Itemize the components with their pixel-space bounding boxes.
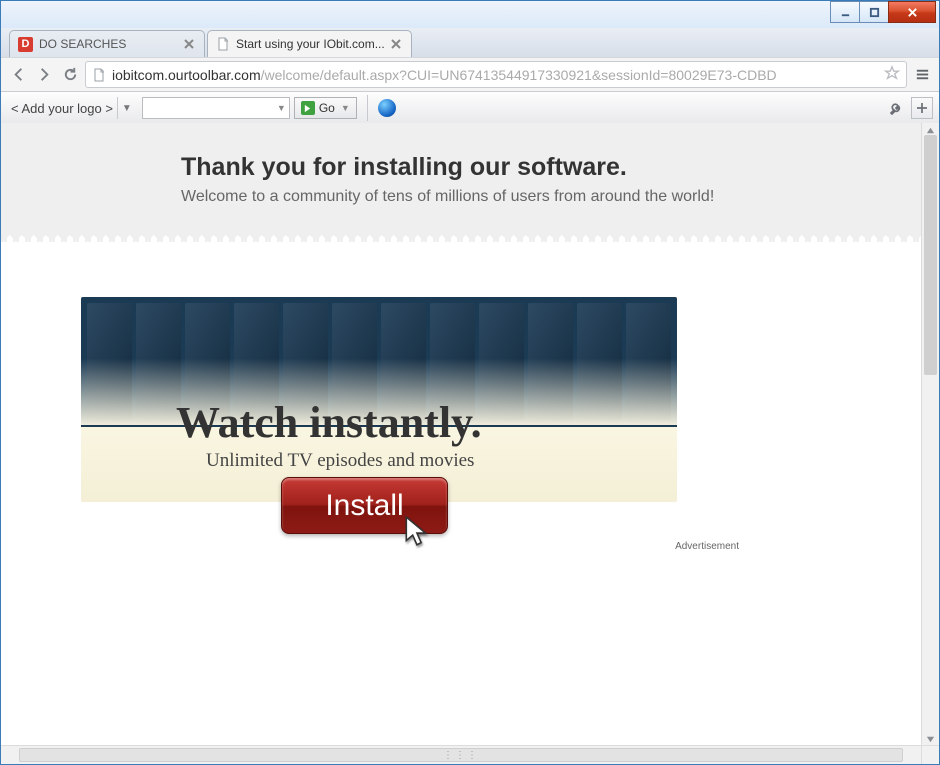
torn-edge <box>1 234 922 242</box>
toolbar-separator <box>367 95 368 121</box>
horizontal-scrollbar[interactable]: ⋮⋮⋮ <box>1 745 939 764</box>
toolbar-search-input[interactable]: ▼ <box>142 97 290 119</box>
go-arrow-icon <box>301 101 315 115</box>
ad-headline: Watch instantly. <box>176 397 677 448</box>
install-button-wrap: Install <box>281 477 448 534</box>
url-host: iobitcom.ourtoolbar.com <box>112 67 261 83</box>
ad-label: Advertisement <box>675 541 739 552</box>
page-favicon <box>216 37 230 51</box>
window-close-button[interactable] <box>888 1 936 23</box>
add-button[interactable] <box>911 97 933 119</box>
install-label: Install <box>325 489 403 523</box>
tab-close-icon[interactable] <box>184 38 196 50</box>
url-path: /welcome/default.aspx?CUI=UN674135449173… <box>261 67 777 83</box>
window-minimize-button[interactable] <box>830 1 860 23</box>
page-content: Thank you for installing our software. W… <box>1 123 922 746</box>
tab-iobit-welcome[interactable]: Start using your IObit.com... <box>207 30 412 57</box>
window-titlebar <box>1 1 939 28</box>
tab-title: Start using your IObit.com... <box>236 37 385 51</box>
search-dropdown-icon[interactable]: ▼ <box>277 103 286 113</box>
vertical-scrollbar[interactable] <box>921 123 939 746</box>
page-title: Thank you for installing our software. <box>181 153 922 182</box>
page-subtitle: Welcome to a community of tens of millio… <box>181 188 922 206</box>
advertisement: Watch instantly. Unlimited TV episodes a… <box>81 297 677 502</box>
go-dropdown-icon[interactable]: ▼ <box>341 103 350 113</box>
bookmark-star-icon[interactable] <box>884 65 900 84</box>
go-label: Go <box>319 101 335 115</box>
extension-toolbar: < Add your logo > ▼ ▼ Go ▼ <box>1 92 939 125</box>
back-button[interactable] <box>7 64 29 86</box>
tab-title: DO SEARCHES <box>39 37 178 51</box>
go-button[interactable]: Go ▼ <box>294 97 357 119</box>
cursor-icon <box>401 515 435 552</box>
hero-section: Thank you for installing our software. W… <box>1 123 922 234</box>
scrollbar-thumb[interactable]: ⋮⋮⋮ <box>19 748 903 762</box>
chrome-menu-button[interactable] <box>911 64 933 86</box>
logo-slot[interactable]: < Add your logo > <box>7 97 118 119</box>
dosearches-favicon: D <box>18 37 33 52</box>
url-text: iobitcom.ourtoolbar.com/welcome/default.… <box>112 67 878 83</box>
ad-banner[interactable]: Watch instantly. Unlimited TV episodes a… <box>81 297 677 502</box>
page-icon <box>92 68 106 82</box>
tab-close-icon[interactable] <box>391 38 403 50</box>
globe-icon[interactable] <box>378 99 396 117</box>
scrollbar-thumb[interactable] <box>924 135 937 375</box>
window-maximize-button[interactable] <box>859 1 889 23</box>
browser-window: D DO SEARCHES Start using your IObit.com… <box>0 0 940 765</box>
tab-do-searches[interactable]: D DO SEARCHES <box>9 30 205 57</box>
reload-button[interactable] <box>59 64 81 86</box>
tab-strip: D DO SEARCHES Start using your IObit.com… <box>1 28 939 57</box>
logo-dropdown-icon[interactable]: ▼ <box>118 103 136 114</box>
ad-subhead: Unlimited TV episodes and movies <box>206 450 677 472</box>
scroll-down-icon[interactable] <box>922 732 939 746</box>
nav-bar: iobitcom.ourtoolbar.com/welcome/default.… <box>1 57 939 92</box>
address-bar[interactable]: iobitcom.ourtoolbar.com/welcome/default.… <box>85 61 907 88</box>
wrench-icon[interactable] <box>885 97 907 119</box>
scrollbar-corner <box>921 746 939 764</box>
viewport: Thank you for installing our software. W… <box>1 123 939 746</box>
forward-button[interactable] <box>33 64 55 86</box>
